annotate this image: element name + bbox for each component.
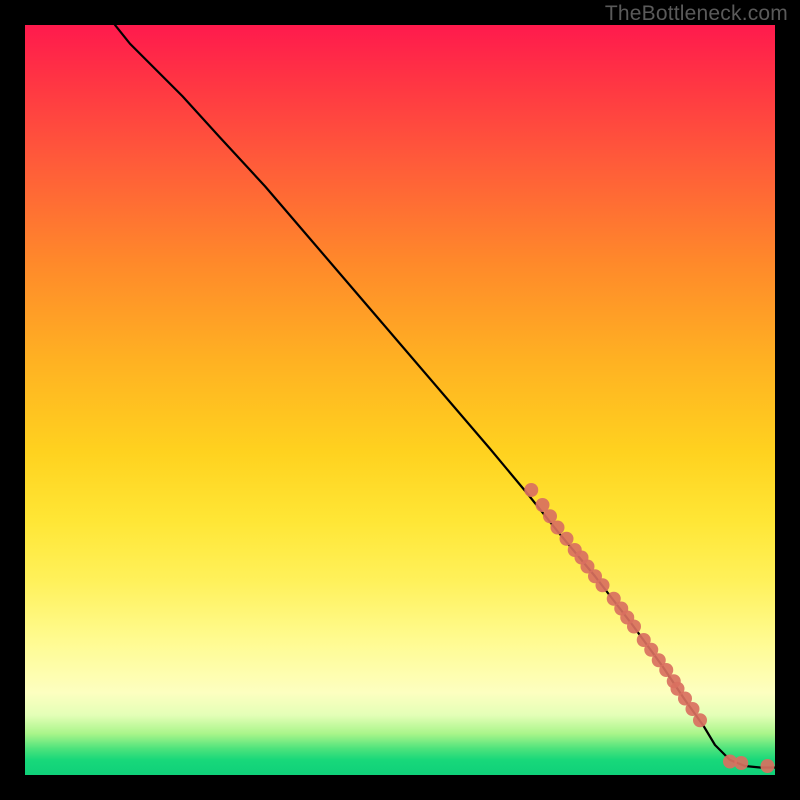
plot-area xyxy=(25,25,775,775)
data-point xyxy=(596,578,610,592)
data-point xyxy=(734,756,748,770)
data-point xyxy=(693,713,707,727)
data-point xyxy=(761,759,775,773)
source-watermark: TheBottleneck.com xyxy=(605,2,788,26)
data-point xyxy=(627,620,641,634)
data-point xyxy=(560,532,574,546)
series-curve xyxy=(115,25,775,768)
chart-frame: TheBottleneck.com xyxy=(0,0,800,800)
series-dots xyxy=(524,483,774,773)
data-point xyxy=(524,483,538,497)
data-point xyxy=(551,521,565,535)
chart-svg xyxy=(25,25,775,775)
